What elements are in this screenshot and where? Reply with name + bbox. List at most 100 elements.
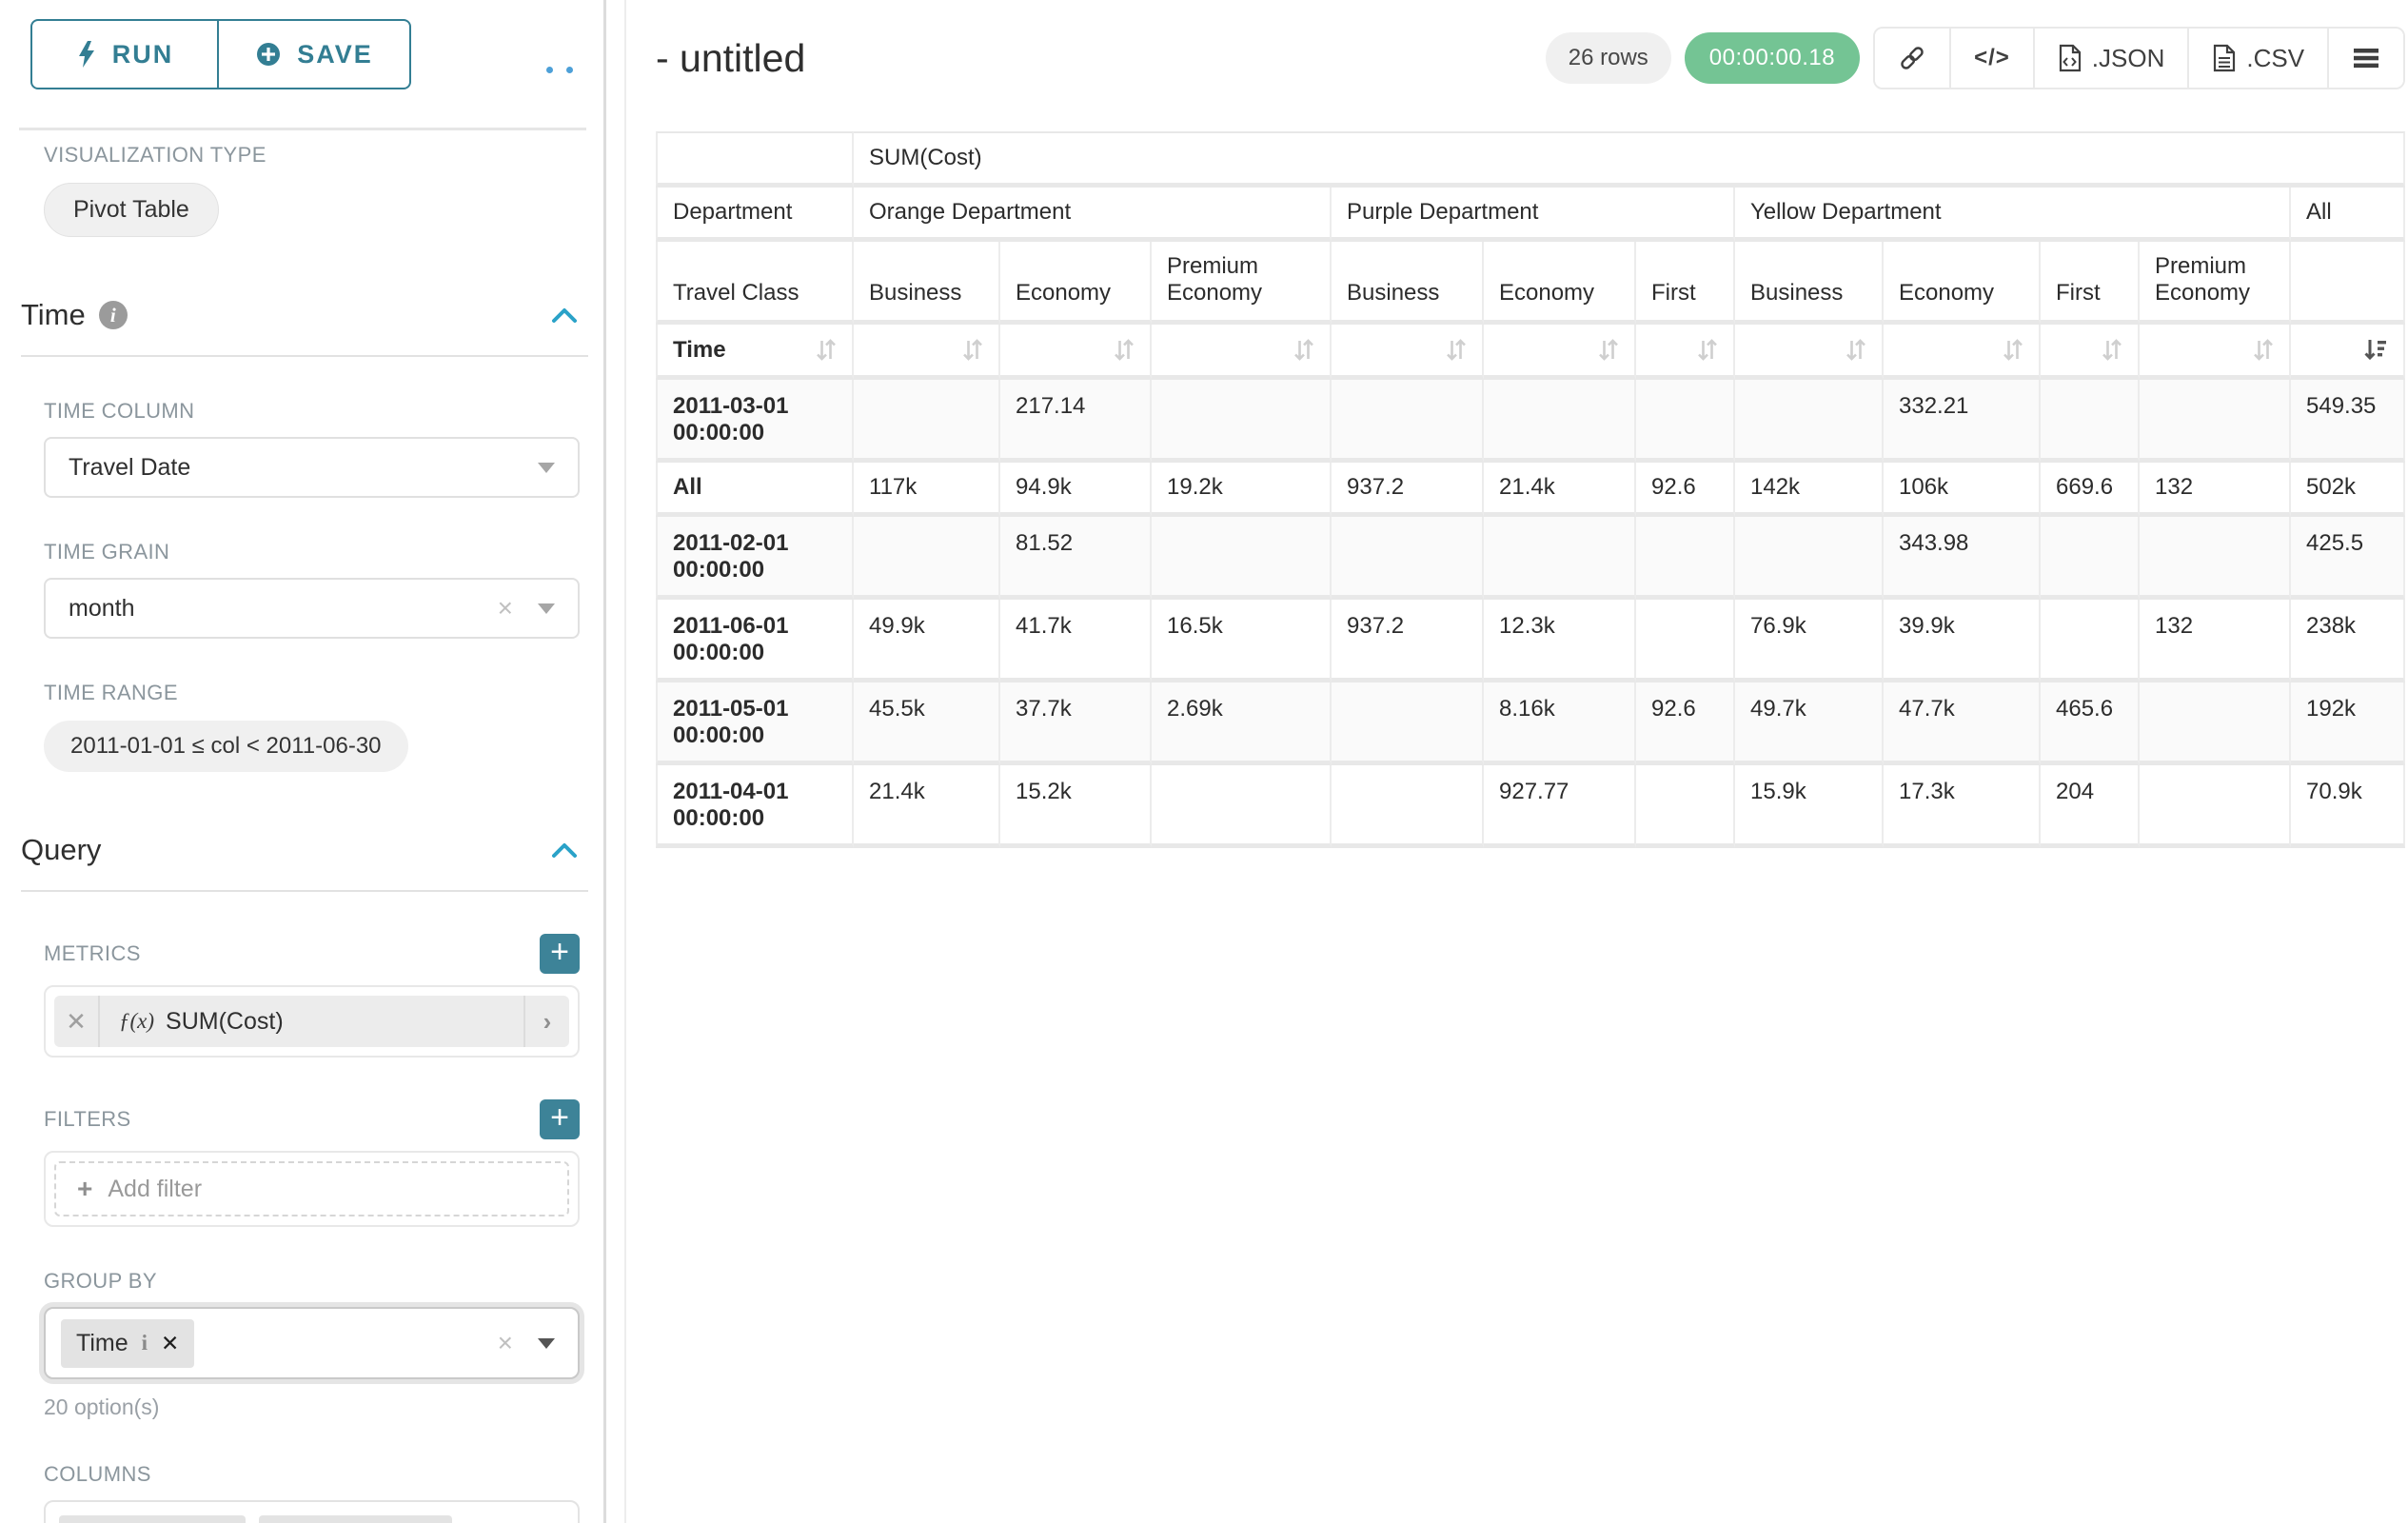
panel-drag-handle[interactable] bbox=[546, 67, 573, 73]
sort-icon[interactable] bbox=[1697, 337, 1718, 363]
pivot-cell bbox=[1152, 765, 1332, 848]
chart-panel: - untitled 26 rows 00:00:00.18 </> .JSON bbox=[626, 0, 2408, 1523]
chevron-right-icon[interactable]: › bbox=[523, 996, 569, 1047]
sort-header-cell[interactable] bbox=[1484, 325, 1636, 380]
sort-icon[interactable] bbox=[816, 337, 837, 363]
pivot-metric-header: SUM(Cost) bbox=[854, 131, 2405, 188]
pivot-cell: 49.7k bbox=[1735, 682, 1884, 765]
more-options-button[interactable] bbox=[2327, 29, 2403, 88]
metric-pill[interactable]: ✕ ƒ(x) SUM(Cost) › bbox=[54, 996, 569, 1047]
sort-header-cell[interactable] bbox=[1152, 325, 1332, 380]
pivot-cell: 92.6 bbox=[1636, 682, 1735, 765]
sort-desc-icon[interactable] bbox=[2362, 337, 2388, 363]
remove-metric-icon[interactable]: ✕ bbox=[54, 996, 100, 1047]
pivot-group-header: Yellow Department bbox=[1735, 188, 2291, 242]
pivot-cell: 106k bbox=[1884, 463, 2041, 517]
pivot-subcolumn-header: First bbox=[2041, 242, 2140, 325]
sort-header-cell[interactable] bbox=[1332, 325, 1484, 380]
sort-icon[interactable] bbox=[2253, 337, 2274, 363]
sort-icon[interactable] bbox=[1446, 337, 1467, 363]
pivot-row-label: 2011-06-01 00:00:00 bbox=[656, 600, 854, 682]
export-json-button[interactable]: .JSON bbox=[2033, 29, 2188, 88]
time-section: Time i TIME COLUMN Travel Date TIME GRAI… bbox=[44, 298, 580, 772]
pivot-cell: 70.9k bbox=[2291, 765, 2405, 848]
pivot-cell bbox=[2041, 380, 2140, 463]
pivot-cell: 21.4k bbox=[1484, 463, 1636, 517]
save-button-label: SAVE bbox=[297, 40, 373, 69]
sort-header-cell[interactable] bbox=[1636, 325, 1735, 380]
query-timer-badge: 00:00:00.18 bbox=[1685, 32, 1860, 84]
remove-tag-icon[interactable]: ✕ bbox=[161, 1331, 179, 1356]
add-filter-button[interactable]: + bbox=[540, 1099, 580, 1139]
pivot-cell: 204 bbox=[2041, 765, 2140, 848]
pivot-subcolumn-header: Economy bbox=[1884, 242, 2041, 325]
sort-header-cell[interactable] bbox=[1884, 325, 2041, 380]
pivot-cell: 49.9k bbox=[854, 600, 1000, 682]
lightning-icon bbox=[76, 40, 97, 69]
pivot-row-label: 2011-05-01 00:00:00 bbox=[656, 682, 854, 765]
sort-icon[interactable] bbox=[1845, 337, 1866, 363]
chevron-down-icon[interactable] bbox=[538, 463, 555, 473]
chevron-down-icon[interactable] bbox=[538, 1338, 555, 1349]
clear-icon[interactable]: × bbox=[498, 1330, 513, 1356]
time-range-value[interactable]: 2011-01-01 ≤ col < 2011-06-30 bbox=[44, 721, 408, 772]
sort-header-cell[interactable] bbox=[854, 325, 1000, 380]
sort-header-cell[interactable] bbox=[1735, 325, 1884, 380]
pivot-subcolumn-header: Premium Economy bbox=[2140, 242, 2291, 325]
chart-title[interactable]: - untitled bbox=[656, 36, 805, 81]
query-section-title: Query bbox=[21, 833, 101, 867]
sort-header-cell[interactable] bbox=[2140, 325, 2291, 380]
pivot-cell bbox=[1484, 517, 1636, 600]
time-grain-select[interactable]: month × bbox=[44, 578, 580, 639]
sort-header-cell[interactable] bbox=[1000, 325, 1152, 380]
sort-icon[interactable] bbox=[1598, 337, 1619, 363]
pivot-cell bbox=[854, 380, 1000, 463]
sort-icon[interactable] bbox=[1114, 337, 1135, 363]
panel-resize-gutter[interactable] bbox=[606, 0, 626, 1523]
chevron-up-icon[interactable] bbox=[551, 841, 578, 859]
pivot-cell: 927.77 bbox=[1484, 765, 1636, 848]
pivot-cell: 94.9k bbox=[1000, 463, 1152, 517]
chevron-up-icon[interactable] bbox=[551, 307, 578, 324]
query-action-buttons: RUN SAVE bbox=[30, 19, 411, 89]
time-column-select[interactable]: Travel Date bbox=[44, 437, 580, 498]
pivot-data-row: 2011-06-01 00:00:0049.9k41.7k16.5k937.21… bbox=[656, 600, 2405, 682]
pivot-cell bbox=[1332, 517, 1484, 600]
visualization-type-value[interactable]: Pivot Table bbox=[44, 183, 219, 237]
code-icon: </> bbox=[1974, 45, 2010, 71]
pivot-cell: 132 bbox=[2140, 463, 2291, 517]
columns-select[interactable]: Department ✕ Travel Class ✕ × bbox=[44, 1500, 580, 1523]
save-button[interactable]: SAVE bbox=[219, 19, 411, 89]
clear-icon[interactable]: × bbox=[498, 595, 513, 622]
metrics-control: ✕ ƒ(x) SUM(Cost) › bbox=[44, 985, 580, 1058]
pivot-subcolumn-header: Economy bbox=[1000, 242, 1152, 325]
sort-icon[interactable] bbox=[1293, 337, 1314, 363]
pivot-data-row: 2011-02-01 00:00:0081.52343.98425.5 bbox=[656, 517, 2405, 600]
sort-icon[interactable] bbox=[2003, 337, 2023, 363]
sort-header-cell[interactable] bbox=[2041, 325, 2140, 380]
columns-tag[interactable]: Travel Class ✕ bbox=[259, 1515, 452, 1523]
view-query-button[interactable]: </> bbox=[1949, 29, 2033, 88]
export-csv-button[interactable]: .CSV bbox=[2187, 29, 2327, 88]
chevron-down-icon[interactable] bbox=[538, 603, 555, 614]
group-by-select[interactable]: Time i ✕ × bbox=[44, 1307, 580, 1379]
pivot-row-dimension-header[interactable]: Time bbox=[656, 325, 854, 380]
group-by-tag[interactable]: Time i ✕ bbox=[61, 1319, 194, 1368]
add-metric-button[interactable]: + bbox=[540, 934, 580, 974]
row-dimension-label: Time bbox=[673, 337, 726, 364]
pivot-cell bbox=[1332, 380, 1484, 463]
run-button[interactable]: RUN bbox=[30, 19, 219, 89]
sort-icon[interactable] bbox=[2102, 337, 2122, 363]
pivot-cell bbox=[1332, 682, 1484, 765]
pivot-cell: 92.6 bbox=[1636, 463, 1735, 517]
plus-icon: + bbox=[77, 1174, 92, 1204]
pivot-cell bbox=[1484, 380, 1636, 463]
add-filter-dropzone[interactable]: + Add filter bbox=[54, 1161, 569, 1216]
sort-icon[interactable] bbox=[962, 337, 983, 363]
pivot-cell: 41.7k bbox=[1000, 600, 1152, 682]
columns-tag[interactable]: Department ✕ bbox=[59, 1515, 246, 1523]
pivot-row-label: 2011-02-01 00:00:00 bbox=[656, 517, 854, 600]
sort-header-cell[interactable] bbox=[2291, 325, 2405, 380]
group-by-options-count: 20 option(s) bbox=[44, 1394, 580, 1420]
share-link-button[interactable] bbox=[1875, 29, 1949, 88]
